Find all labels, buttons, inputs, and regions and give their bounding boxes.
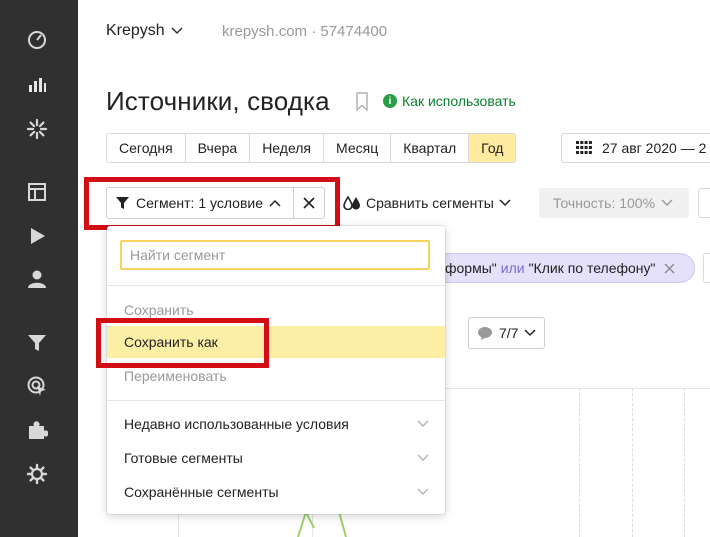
compare-label: Сравнить сегменты bbox=[366, 195, 494, 211]
page-title: Источники, сводка bbox=[106, 86, 330, 116]
period-quarter[interactable]: Квартал bbox=[391, 134, 470, 162]
calendar-icon bbox=[576, 141, 592, 154]
puzzle-icon[interactable] bbox=[25, 418, 49, 442]
segment-search-input[interactable] bbox=[120, 240, 430, 270]
play-icon[interactable] bbox=[25, 224, 49, 248]
chart-grid-line bbox=[684, 388, 685, 537]
period-year[interactable]: Год bbox=[469, 134, 516, 162]
dashboard-icon[interactable] bbox=[25, 28, 49, 52]
gear-icon[interactable] bbox=[25, 462, 49, 486]
comment-icon bbox=[478, 326, 492, 340]
howto-label: Как использовать bbox=[402, 93, 516, 109]
period-month[interactable]: Месяц bbox=[324, 134, 392, 162]
condition-right-text: "Клик по телефону" bbox=[528, 260, 656, 276]
chevron-down-icon bbox=[417, 488, 429, 495]
period-tabs: Сегодня Вчера Неделя Месяц Квартал Год bbox=[106, 133, 517, 163]
burst-icon[interactable] bbox=[25, 117, 49, 141]
group-label: Готовые сегменты bbox=[124, 450, 243, 466]
group-label: Сохранённые сегменты bbox=[124, 484, 279, 500]
chart-grid-line bbox=[579, 388, 580, 537]
accuracy-label: Точность: 100% bbox=[553, 195, 656, 211]
chevron-down-icon bbox=[417, 420, 429, 427]
target-icon[interactable] bbox=[25, 374, 49, 398]
period-yesterday[interactable]: Вчера bbox=[185, 134, 251, 162]
segment-condition-chip[interactable]: формы" или "Клик по телефону" bbox=[420, 253, 695, 283]
group-label: Недавно использованные условия bbox=[124, 416, 349, 432]
chevron-down-icon bbox=[524, 329, 536, 337]
close-icon[interactable] bbox=[664, 263, 675, 274]
top-header: Krepysh krepysh.com · 57474400 bbox=[78, 0, 710, 66]
comments-button[interactable]: 7/7 bbox=[468, 317, 545, 349]
filter-icon[interactable] bbox=[25, 331, 49, 355]
highlight-frame-segment bbox=[84, 177, 340, 230]
bookmark-icon[interactable] bbox=[355, 92, 369, 112]
user-icon[interactable] bbox=[25, 267, 49, 291]
dropdown-separator bbox=[107, 285, 445, 286]
condition-or: или bbox=[500, 260, 525, 276]
toolbar-edge-button[interactable] bbox=[698, 188, 710, 218]
chevron-down-icon bbox=[417, 454, 429, 461]
drops-icon bbox=[343, 196, 360, 210]
chevron-down-icon bbox=[661, 199, 673, 207]
counter-name: Krepysh bbox=[106, 22, 165, 39]
chevron-down-icon bbox=[171, 27, 183, 35]
info-icon: i bbox=[383, 94, 397, 108]
reports-icon[interactable] bbox=[25, 72, 49, 96]
date-range-picker[interactable]: 27 авг 2020 — 2 bbox=[561, 133, 710, 163]
layout-icon[interactable] bbox=[25, 180, 49, 204]
saved-segments-group[interactable]: Сохранённые сегменты bbox=[107, 476, 445, 508]
accuracy-button[interactable]: Точность: 100% bbox=[539, 188, 689, 218]
metrica-app: Krepysh krepysh.com · 57474400 Источники… bbox=[0, 0, 710, 537]
chart-grid-line bbox=[632, 388, 633, 537]
howto-link[interactable]: i Как использовать bbox=[383, 93, 516, 109]
period-week[interactable]: Неделя bbox=[250, 134, 325, 162]
recent-conditions-group[interactable]: Недавно использованные условия bbox=[107, 408, 445, 440]
chevron-down-icon bbox=[499, 199, 511, 207]
period-today[interactable]: Сегодня bbox=[107, 134, 186, 162]
counter-site: krepysh.com · 57474400 bbox=[222, 23, 388, 40]
comments-count: 7/7 bbox=[499, 325, 519, 341]
left-rail bbox=[0, 0, 78, 537]
ready-segments-group[interactable]: Готовые сегменты bbox=[107, 442, 445, 474]
dropdown-separator bbox=[107, 400, 445, 401]
condition-edge-box[interactable] bbox=[703, 253, 710, 283]
condition-left-text: формы" bbox=[445, 260, 497, 276]
date-range-label: 27 авг 2020 — 2 bbox=[602, 140, 707, 156]
segment-dropdown: Сохранить Сохранить как Переименовать Не… bbox=[107, 226, 445, 514]
compare-segments-button[interactable]: Сравнить сегменты bbox=[343, 187, 511, 219]
counter-selector[interactable]: Krepysh bbox=[106, 22, 183, 40]
highlight-frame-save-as bbox=[96, 318, 269, 368]
